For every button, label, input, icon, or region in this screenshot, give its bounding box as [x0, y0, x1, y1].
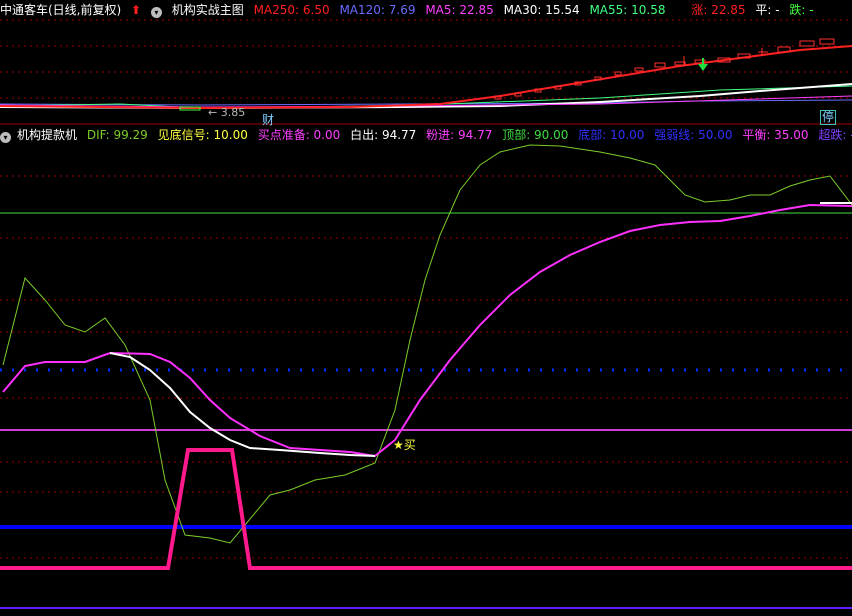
finance-badge[interactable]: 财: [262, 111, 274, 128]
pink-line: [2, 203, 852, 458]
dif-line: [2, 144, 852, 544]
sub-indicator-name[interactable]: 机构提款机: [17, 128, 77, 142]
buy-prep-value: 买点准备: 0.00: [257, 128, 341, 142]
dif-value: DIF: 99.29: [86, 128, 148, 142]
sub-grid: [0, 175, 852, 559]
balance-value: 平衡: 35.00: [742, 128, 809, 142]
bottom-value: 底部: 10.00: [578, 128, 645, 142]
signal-down-icon: [698, 64, 708, 71]
buy-marker: ★买: [393, 438, 416, 452]
white-out-value: 白出: 94.77: [350, 128, 417, 142]
top-value: 顶部: 90.00: [502, 128, 569, 142]
bottom-signal-value: 见底信号: 10.00: [157, 128, 248, 142]
sub-indicator-menu-icon[interactable]: ▾: [0, 132, 11, 143]
strong-weak-value: 强弱线: 50.00: [654, 128, 733, 142]
chart-canvas[interactable]: [0, 0, 852, 616]
oversold-value: 超跌: -10.00: [818, 128, 852, 142]
low-price-label: ← 3.85: [208, 106, 246, 119]
bottom-signal-line: [0, 448, 852, 570]
pink-in-value: 粉进: 94.77: [426, 128, 493, 142]
ma-red-line: [0, 45, 852, 110]
main-grid: [0, 19, 852, 99]
sub-chart-header: ▾ 机构提款机 DIF: 99.29 见底信号: 10.00 买点准备: 0.00…: [0, 126, 852, 144]
white-line: [109, 352, 376, 457]
halt-badge[interactable]: 停: [820, 110, 837, 125]
